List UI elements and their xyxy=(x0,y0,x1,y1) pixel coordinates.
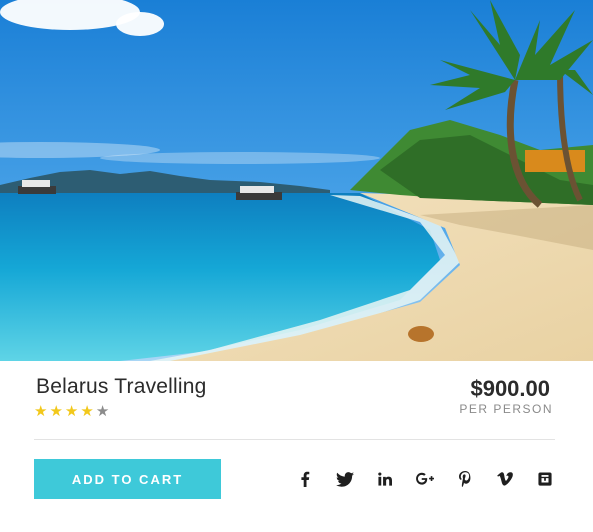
product-card: Belarus Travelling ★ ★ ★ ★ ★ $900.00 PER PER… xyxy=(0,0,593,532)
divider xyxy=(34,439,555,440)
price-unit: PER PERSON xyxy=(459,402,553,416)
star-empty-icon: ★ xyxy=(95,403,110,420)
star-filled-icon: ★ xyxy=(64,403,79,420)
star-filled-icon: ★ xyxy=(80,403,94,420)
twitter-icon[interactable] xyxy=(332,466,358,492)
product-image[interactable] xyxy=(0,0,593,361)
facebook-icon[interactable] xyxy=(292,466,318,492)
google-plus-icon[interactable] xyxy=(412,466,438,492)
star-filled-icon: ★ xyxy=(34,403,48,420)
vimeo-icon[interactable] xyxy=(492,466,518,492)
add-to-cart-button[interactable]: ADD TO CART xyxy=(34,459,221,499)
star-filled-icon: ★ xyxy=(49,403,63,420)
pinterest-icon[interactable] xyxy=(452,466,478,492)
price: $900.00 xyxy=(470,376,550,401)
stumbleupon-icon[interactable] xyxy=(532,466,558,492)
linkedin-icon[interactable] xyxy=(372,466,398,492)
rating-stars: ★ ★ ★ ★ ★ xyxy=(34,404,109,419)
product-title[interactable]: Belarus Travelling xyxy=(36,375,207,399)
social-share-bar xyxy=(292,466,572,492)
